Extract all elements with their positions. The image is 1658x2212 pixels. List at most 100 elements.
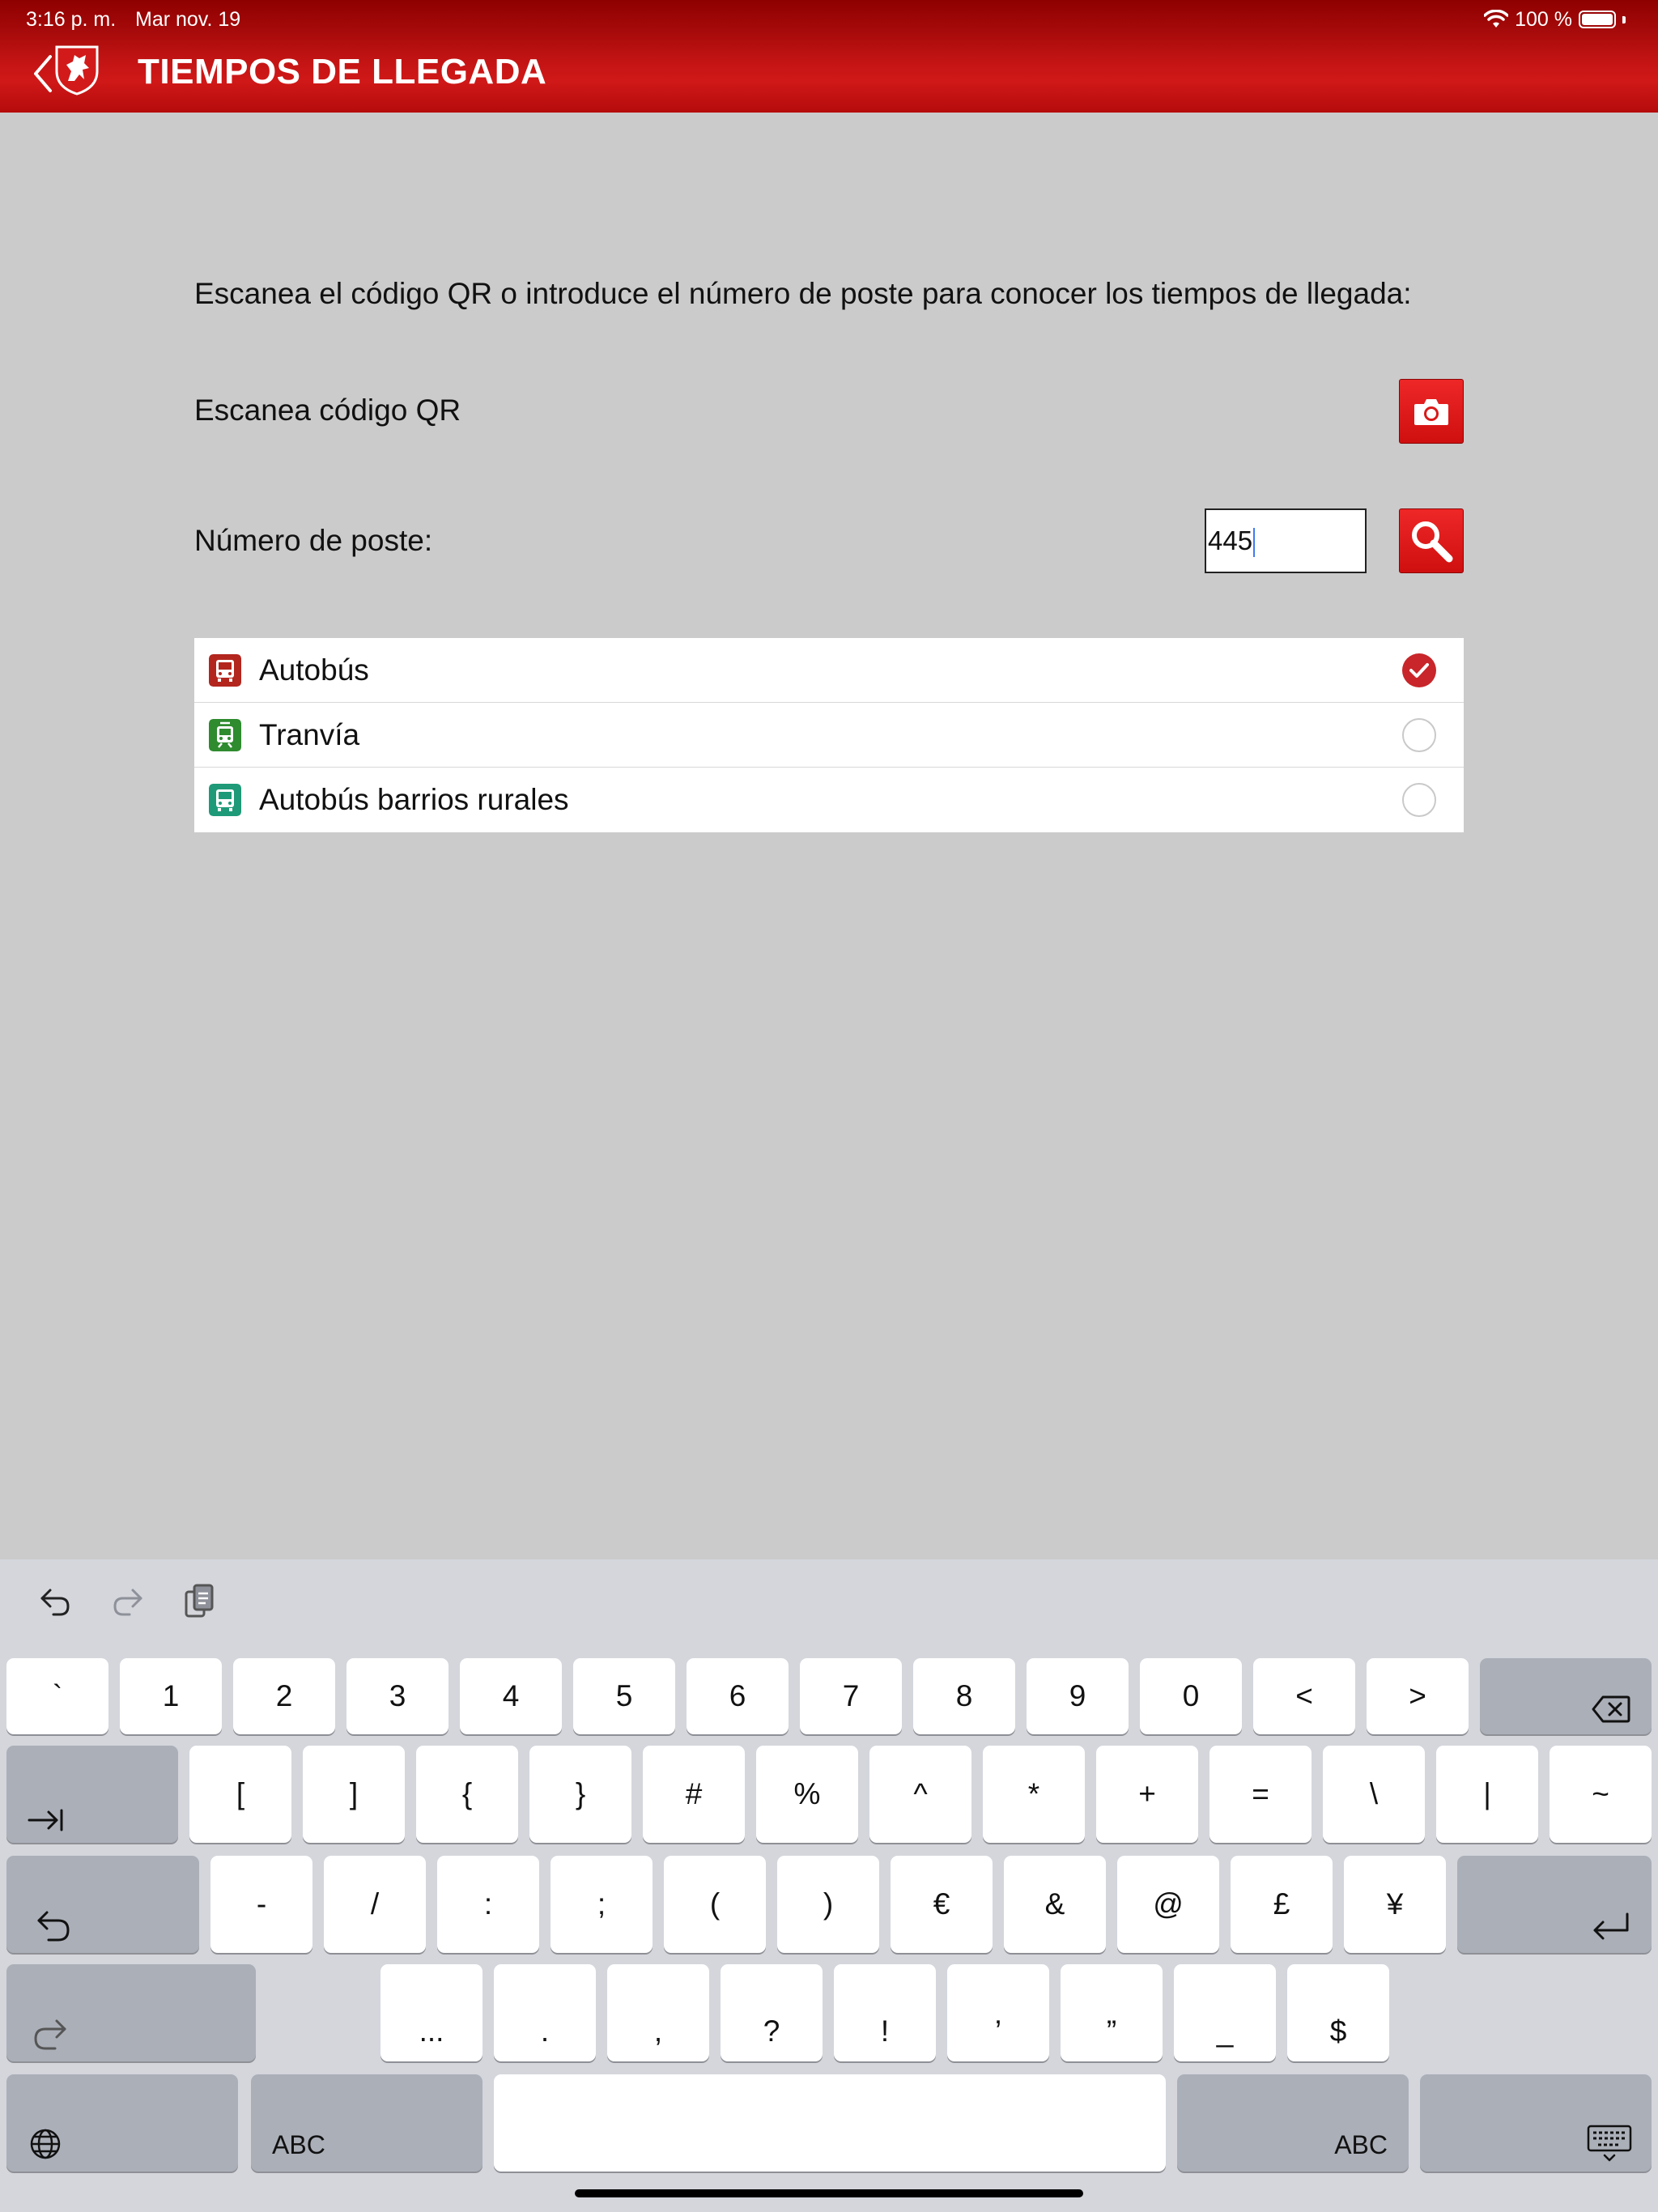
key-row4-5[interactable]: ’ (947, 1964, 1049, 2061)
abc-label: ABC (272, 2130, 325, 2159)
list-item-tranvia[interactable]: Tranvía (194, 703, 1464, 768)
key-row2-8[interactable]: + (1096, 1746, 1198, 1843)
key-row1-8[interactable]: 8 (913, 1658, 1015, 1734)
key-row3-3[interactable]: ; (551, 1856, 653, 1953)
key-row1-6[interactable]: 6 (687, 1658, 789, 1734)
key-row4-3[interactable]: ? (721, 1964, 823, 2061)
key-row3-8[interactable]: @ (1117, 1856, 1219, 1953)
rural-bus-icon (209, 784, 241, 816)
key-row1-1[interactable]: 1 (120, 1658, 222, 1734)
poste-number-input[interactable]: 445 (1205, 508, 1367, 573)
list-item-autobus[interactable]: Autobús (194, 638, 1464, 703)
qr-label: Escanea código QR (194, 393, 461, 427)
key-row4-0[interactable]: ... (380, 1964, 483, 2061)
hide-keyboard-key[interactable] (1420, 2074, 1652, 2172)
status-right: 100 % (1484, 5, 1626, 34)
instructions-text: Escanea el código QR o introduce el núme… (194, 277, 1412, 310)
key-row1-12[interactable]: > (1367, 1658, 1469, 1734)
key-row3-1[interactable]: / (324, 1856, 426, 1953)
key-row4-1[interactable]: . (494, 1964, 596, 2061)
key-row4-6[interactable]: ” (1061, 1964, 1163, 2061)
return-icon (1593, 1912, 1629, 1940)
paste-icon[interactable] (181, 1582, 220, 1621)
key-row4-4[interactable]: ! (834, 1964, 936, 2061)
tab-icon (28, 1809, 63, 1831)
key-row4-2[interactable]: , (607, 1964, 709, 2061)
tab-key[interactable] (6, 1746, 178, 1843)
onscreen-keyboard: ABC ABC ` 1 2 3 4 5 6 7 8 9 0 < > []{} #% ^ * + = \ | ~ - /:;()… (0, 1559, 1658, 2212)
key-row2-10[interactable]: \ (1323, 1746, 1425, 1843)
battery-tip (1622, 15, 1626, 23)
key-row2-0[interactable]: [ (189, 1746, 291, 1843)
globe-key[interactable] (6, 2074, 238, 2172)
key-row2-12[interactable]: ~ (1550, 1746, 1652, 1843)
key-row2-1[interactable]: ] (303, 1746, 405, 1843)
key-row2-7[interactable]: * (983, 1746, 1085, 1843)
key-row1-4[interactable]: 4 (460, 1658, 562, 1734)
key-row1-3[interactable]: 3 (346, 1658, 449, 1734)
home-indicator[interactable] (575, 2189, 1083, 2197)
radio-unchecked[interactable] (1402, 718, 1436, 752)
key-row2-2[interactable]: { (416, 1746, 518, 1843)
list-item-label: Tranvía (259, 718, 360, 751)
key-row2-4[interactable]: # (643, 1746, 745, 1843)
key-row1-11[interactable]: < (1253, 1658, 1355, 1734)
status-time: 3:16 p. m. (26, 8, 117, 31)
bus-icon (209, 654, 241, 687)
globe-icon (30, 2129, 61, 2159)
key-row3-2[interactable]: : (437, 1856, 539, 1953)
key-row1-0[interactable]: ` (6, 1658, 108, 1734)
key-row1-10[interactable]: 0 (1140, 1658, 1242, 1734)
battery-icon (1579, 11, 1616, 28)
redo-icon[interactable] (108, 1582, 147, 1621)
page-title: TIEMPOS DE LLEGADA (138, 52, 547, 91)
scan-qr-button[interactable] (1399, 379, 1464, 444)
key-row1-2[interactable]: 2 (233, 1658, 335, 1734)
key-row2-5[interactable]: % (756, 1746, 858, 1843)
key-row2-9[interactable]: = (1209, 1746, 1312, 1843)
return-key[interactable] (1457, 1856, 1652, 1953)
key-row2-11[interactable]: | (1436, 1746, 1538, 1843)
key-row3-7[interactable]: & (1004, 1856, 1106, 1953)
key-row1-5[interactable]: 5 (573, 1658, 675, 1734)
abc-key-right[interactable]: ABC (1177, 2074, 1409, 2172)
key-row3-5[interactable]: ) (777, 1856, 879, 1953)
list-item-label: Autobús (259, 653, 369, 687)
key-row3-0[interactable]: - (210, 1856, 312, 1953)
key-row2-6[interactable]: ^ (869, 1746, 971, 1843)
app-header: 3:16 p. m. Mar nov. 19 100 % TIEMPOS DE … (0, 0, 1658, 113)
text-caret (1253, 528, 1256, 558)
key-row4-7[interactable]: _ (1174, 1964, 1276, 2061)
zaragoza-lion-logo-icon[interactable] (53, 44, 100, 96)
key-row4-8[interactable]: $ (1287, 1964, 1389, 2061)
redo-key-icon (34, 2019, 66, 2050)
search-button[interactable] (1399, 508, 1464, 573)
undo-key[interactable] (6, 1856, 199, 1953)
key-row3-9[interactable]: £ (1231, 1856, 1333, 1953)
abc-key-left[interactable]: ABC (251, 2074, 483, 2172)
battery-percent: 100 % (1515, 8, 1572, 31)
delete-key[interactable] (1480, 1658, 1652, 1734)
redo-key[interactable] (6, 1964, 256, 2061)
key-row3-10[interactable]: ¥ (1344, 1856, 1446, 1953)
status-date: Mar nov. 19 (135, 8, 241, 31)
radio-checked[interactable] (1402, 653, 1436, 687)
tram-icon (209, 719, 241, 751)
poste-label: Número de poste: (194, 524, 433, 557)
checkmark-icon (1409, 663, 1429, 678)
radio-unchecked[interactable] (1402, 783, 1436, 817)
poste-value: 445 (1208, 525, 1253, 555)
list-item-autobus-barrios-rurales[interactable]: Autobús barrios rurales (194, 768, 1464, 832)
key-row3-4[interactable]: ( (664, 1856, 766, 1953)
abc-label: ABC (1334, 2130, 1388, 2159)
key-row1-9[interactable]: 9 (1027, 1658, 1129, 1734)
search-icon (1412, 521, 1453, 563)
undo-icon[interactable] (36, 1582, 74, 1621)
transport-type-list: Autobús Tranvía Autobús barrios rurales (194, 638, 1464, 832)
key-row1-7[interactable]: 7 (800, 1658, 902, 1734)
space-key[interactable] (494, 2074, 1166, 2172)
back-chevron-icon[interactable] (29, 52, 57, 96)
key-row3-6[interactable]: € (891, 1856, 993, 1953)
wifi-icon (1484, 10, 1509, 28)
key-row2-3[interactable]: } (529, 1746, 631, 1843)
